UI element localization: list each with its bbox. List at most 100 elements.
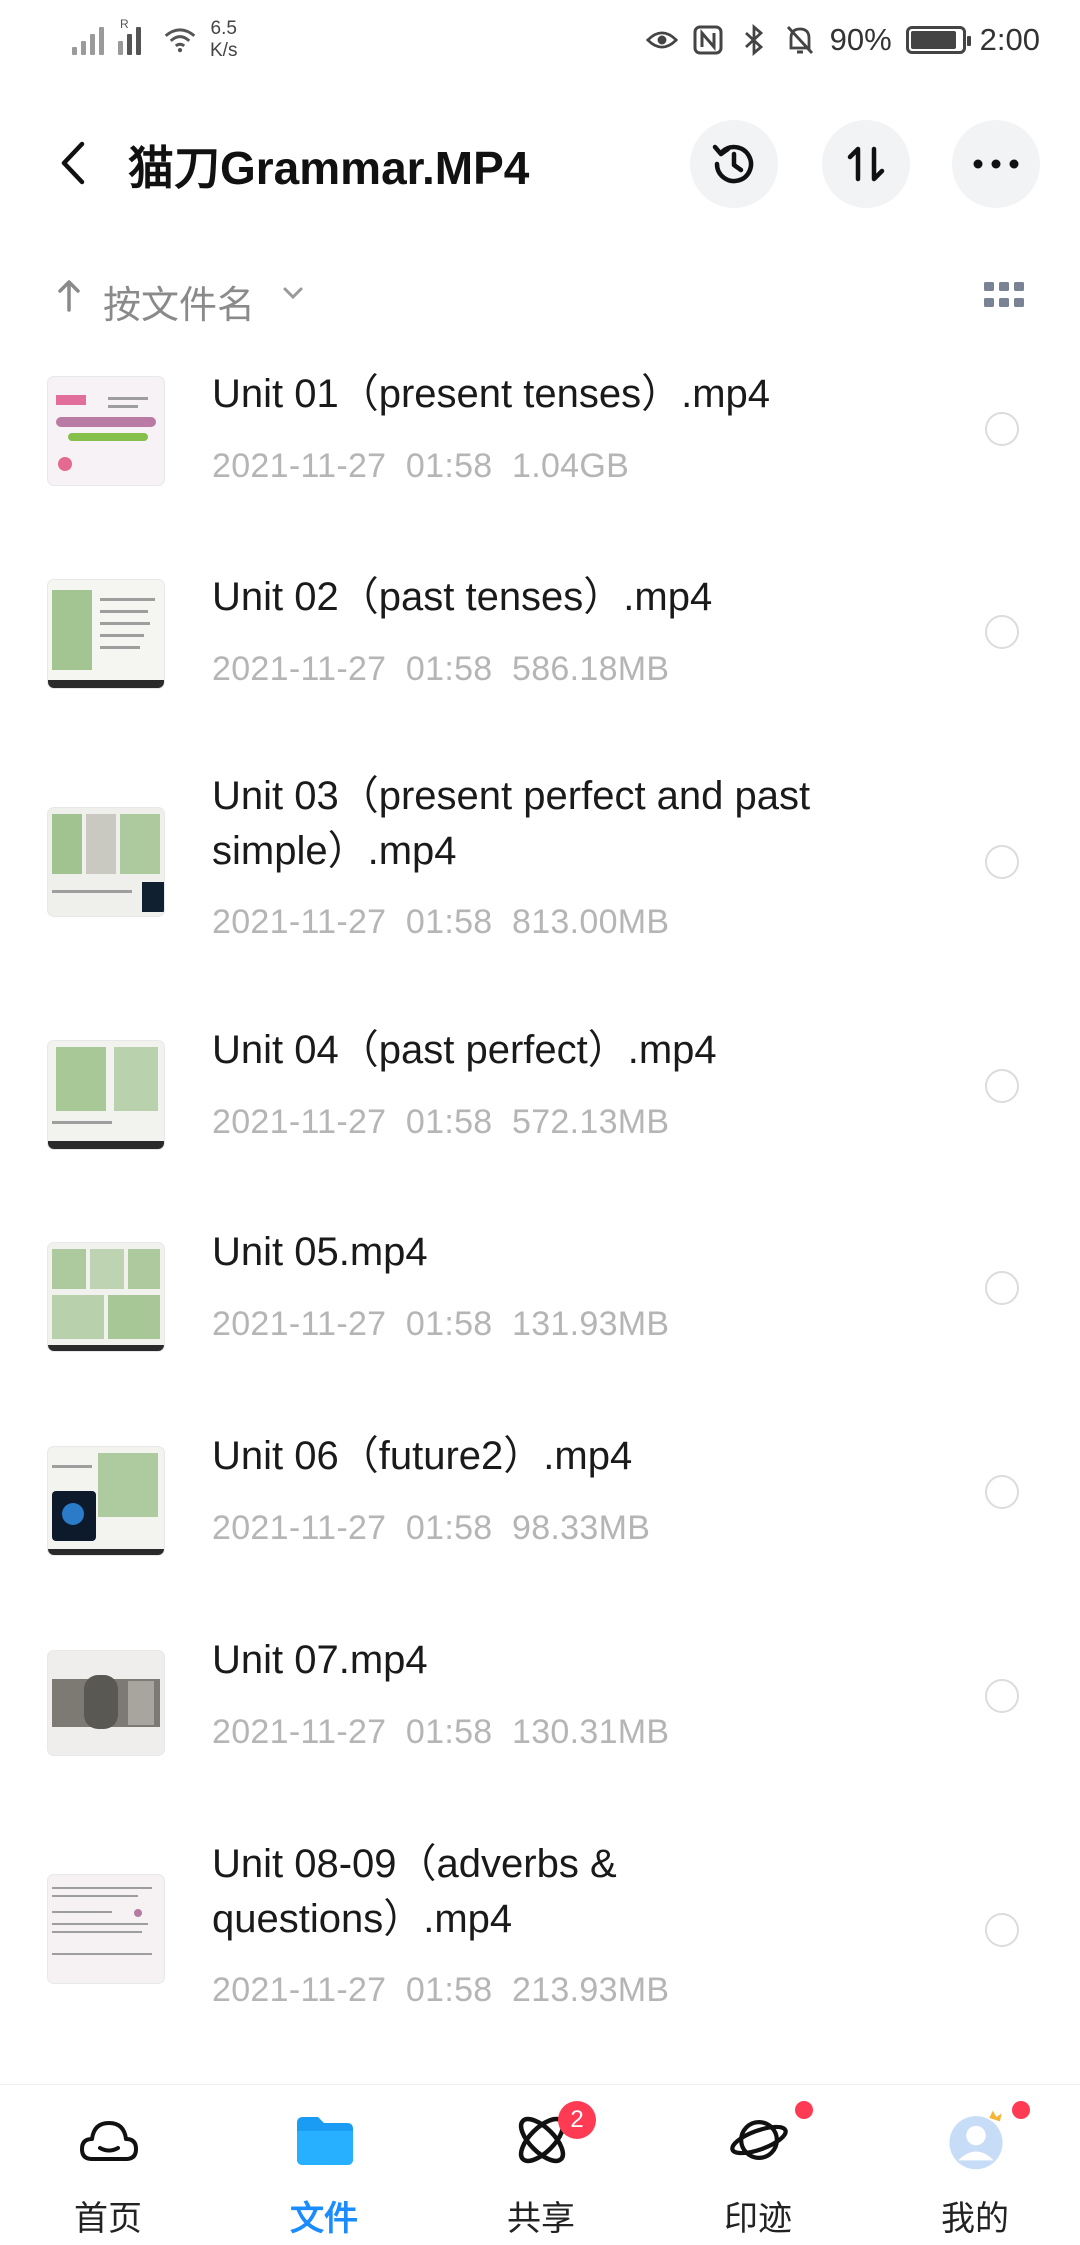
signal-roaming-icon: R bbox=[118, 17, 150, 55]
nav-home[interactable]: 首页 bbox=[33, 2085, 183, 2245]
roaming-label: R bbox=[120, 17, 129, 31]
file-date: 2021-11-27 bbox=[212, 1305, 387, 1343]
video-thumbnail bbox=[48, 808, 164, 916]
file-row[interactable]: Unit 02（past tenses）.mp4 2021-11-27 01:5… bbox=[0, 548, 1080, 738]
file-meta: 2021-11-27 01:58 1.04GB bbox=[212, 447, 629, 486]
profile-notification-dot bbox=[1012, 2101, 1030, 2119]
nav-traces[interactable]: 印迹 bbox=[683, 2085, 833, 2245]
nav-files[interactable]: 文件 bbox=[249, 2085, 399, 2245]
history-button[interactable] bbox=[690, 120, 778, 208]
nav-share-label: 共享 bbox=[507, 2200, 575, 2238]
file-size: 130.31MB bbox=[512, 1713, 670, 1751]
video-thumbnail bbox=[48, 1041, 164, 1149]
more-button[interactable] bbox=[952, 120, 1040, 208]
sort-by-name-label[interactable]: 按文件名 bbox=[103, 274, 255, 329]
nav-profile[interactable]: 我的 bbox=[900, 2085, 1050, 2245]
folder-icon bbox=[294, 2109, 356, 2171]
file-size: 586.18MB bbox=[512, 650, 670, 688]
avatar-icon bbox=[945, 2109, 1007, 2171]
page-title: 猫刀Grammar.MP4 bbox=[128, 142, 530, 194]
select-checkbox[interactable] bbox=[985, 615, 1019, 649]
video-thumbnail bbox=[48, 377, 164, 485]
nav-files-label: 文件 bbox=[290, 2200, 358, 2238]
video-thumbnail bbox=[48, 1447, 164, 1555]
file-time: 01:58 bbox=[405, 1713, 493, 1751]
file-time: 01:58 bbox=[405, 1971, 493, 2009]
file-name: Unit 05.mp4 bbox=[212, 1230, 428, 1274]
file-row[interactable]: Unit 05.mp4 2021-11-27 01:58 131.93MB bbox=[0, 1207, 1080, 1397]
file-row[interactable]: Unit 01（present tenses）.mp4 2021-11-27 0… bbox=[0, 345, 1080, 535]
file-meta: 2021-11-27 01:58 213.93MB bbox=[212, 1971, 669, 2010]
file-time: 01:58 bbox=[405, 1509, 493, 1547]
traces-notification-dot bbox=[795, 2101, 813, 2119]
file-date: 2021-11-27 bbox=[212, 1509, 387, 1547]
net-speed-unit: K/s bbox=[210, 40, 238, 61]
file-name: Unit 04（past perfect）.mp4 bbox=[212, 1028, 717, 1072]
select-checkbox[interactable] bbox=[985, 845, 1019, 879]
file-row[interactable]: Unit 03（present perfect and past simple）… bbox=[0, 751, 1080, 991]
select-checkbox[interactable] bbox=[985, 412, 1019, 446]
file-time: 01:58 bbox=[405, 447, 493, 485]
signal-icon bbox=[72, 25, 104, 55]
battery-icon bbox=[905, 26, 971, 54]
file-name: Unit 03（present perfect and past simple）… bbox=[212, 774, 811, 873]
sort-direction-icon[interactable] bbox=[56, 278, 82, 317]
app-header: 猫刀Grammar.MP4 bbox=[0, 100, 1080, 230]
select-checkbox[interactable] bbox=[985, 1271, 1019, 1305]
file-meta: 2021-11-27 01:58 813.00MB bbox=[212, 903, 669, 942]
sort-icon bbox=[847, 146, 885, 182]
planet-icon bbox=[728, 2109, 790, 2171]
file-meta: 2021-11-27 01:58 130.31MB bbox=[212, 1713, 669, 1752]
status-right: 90% 2:00 bbox=[645, 22, 1040, 58]
nav-share[interactable]: 2 共享 bbox=[466, 2085, 616, 2245]
nav-home-label: 首页 bbox=[74, 2200, 142, 2238]
back-icon bbox=[61, 141, 85, 185]
file-time: 01:58 bbox=[405, 903, 493, 941]
sort-button[interactable] bbox=[822, 120, 910, 208]
file-name: Unit 06（future2）.mp4 bbox=[212, 1434, 633, 1478]
more-icon bbox=[973, 159, 1019, 169]
file-row[interactable]: Unit 06（future2）.mp4 2021-11-27 01:58 98… bbox=[0, 1411, 1080, 1601]
file-date: 2021-11-27 bbox=[212, 903, 387, 941]
chevron-down-icon[interactable] bbox=[282, 286, 304, 305]
back-button[interactable] bbox=[48, 138, 98, 188]
file-name: Unit 07.mp4 bbox=[212, 1638, 428, 1682]
file-name: Unit 08-09（adverbs & questions）.mp4 bbox=[212, 1842, 617, 1941]
wifi-icon bbox=[164, 24, 196, 56]
file-size: 213.93MB bbox=[512, 1971, 670, 2009]
select-checkbox[interactable] bbox=[985, 1069, 1019, 1103]
file-size: 98.33MB bbox=[512, 1509, 651, 1547]
file-size: 1.04GB bbox=[512, 447, 630, 485]
file-date: 2021-11-27 bbox=[212, 447, 387, 485]
file-size: 572.13MB bbox=[512, 1103, 670, 1141]
file-name: Unit 02（past tenses）.mp4 bbox=[212, 575, 713, 619]
select-checkbox[interactable] bbox=[985, 1913, 1019, 1947]
file-date: 2021-11-27 bbox=[212, 1103, 387, 1141]
eye-icon bbox=[645, 24, 678, 56]
select-checkbox[interactable] bbox=[985, 1679, 1019, 1713]
file-time: 01:58 bbox=[405, 1305, 493, 1343]
share-badge: 2 bbox=[558, 2101, 596, 2139]
file-time: 01:58 bbox=[405, 650, 493, 688]
net-speed-value: 6.5 bbox=[210, 18, 237, 39]
battery-percent: 90% bbox=[829, 22, 892, 57]
net-speed: 6.5 K/s bbox=[210, 18, 237, 62]
history-icon bbox=[712, 144, 754, 184]
file-row[interactable]: Unit 08-09（adverbs & questions）.mp4 2021… bbox=[0, 1819, 1080, 2059]
clock: 2:00 bbox=[979, 22, 1040, 57]
file-date: 2021-11-27 bbox=[212, 1713, 387, 1751]
file-name: Unit 01（present tenses）.mp4 bbox=[212, 372, 771, 416]
file-row[interactable]: Unit 04（past perfect）.mp4 2021-11-27 01:… bbox=[0, 1005, 1080, 1195]
grid-view-icon[interactable] bbox=[984, 280, 1024, 315]
file-time: 01:58 bbox=[405, 1103, 493, 1141]
status-bar: R 6.5 K/s 90% 2:00 bbox=[0, 0, 1080, 80]
select-checkbox[interactable] bbox=[985, 1475, 1019, 1509]
mute-bell-icon bbox=[784, 24, 816, 56]
file-meta: 2021-11-27 01:58 98.33MB bbox=[212, 1509, 650, 1548]
file-meta: 2021-11-27 01:58 572.13MB bbox=[212, 1103, 669, 1142]
file-meta: 2021-11-27 01:58 131.93MB bbox=[212, 1305, 669, 1344]
nav-traces-label: 印迹 bbox=[724, 2200, 792, 2238]
video-thumbnail bbox=[48, 1651, 164, 1755]
sort-bar: 按文件名 bbox=[0, 262, 1080, 328]
file-row[interactable]: Unit 07.mp4 2021-11-27 01:58 130.31MB bbox=[0, 1615, 1080, 1805]
